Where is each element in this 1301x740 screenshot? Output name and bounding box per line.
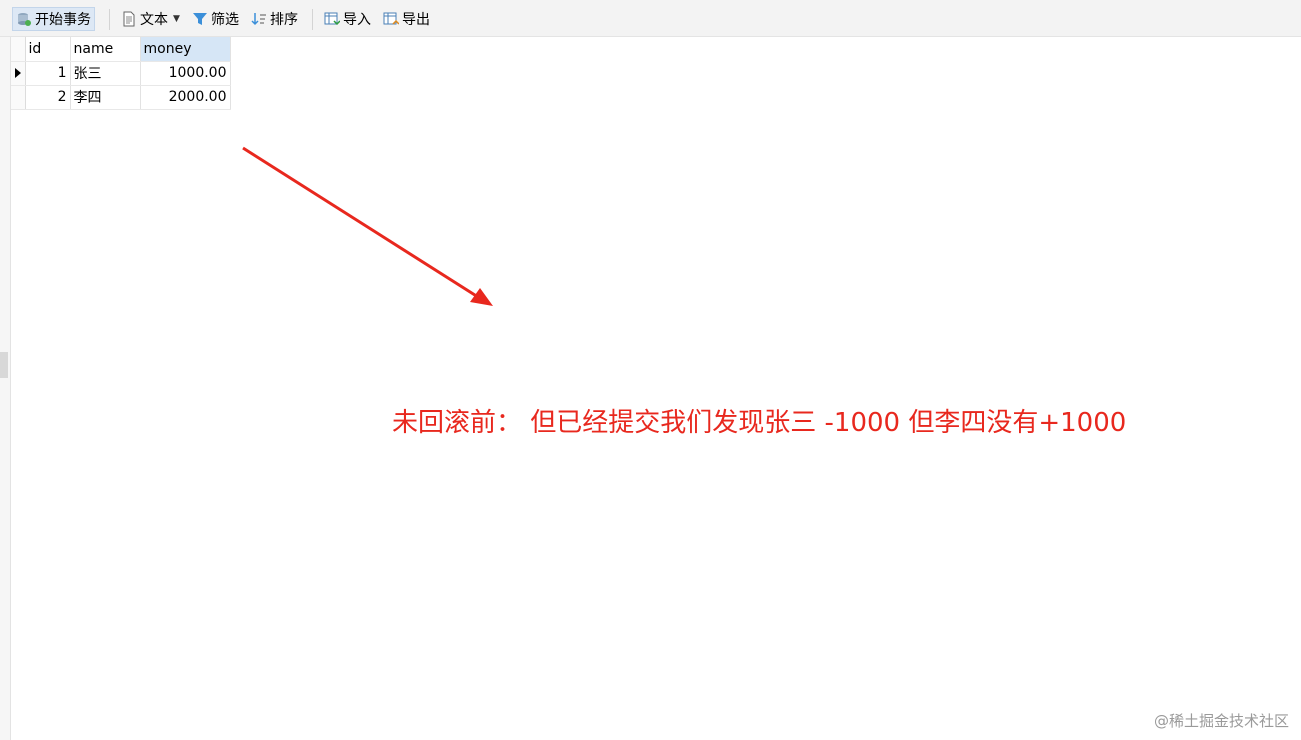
arrow-shaft bbox=[242, 146, 479, 299]
annotation-arrow bbox=[242, 146, 493, 306]
watermark: @稀土掘金技术社区 bbox=[1153, 712, 1289, 730]
annotation-text: 未回滚前： 但已经提交我们发现张三 -1000 但李四没有+1000 bbox=[392, 408, 1127, 438]
arrow-head bbox=[470, 288, 493, 306]
